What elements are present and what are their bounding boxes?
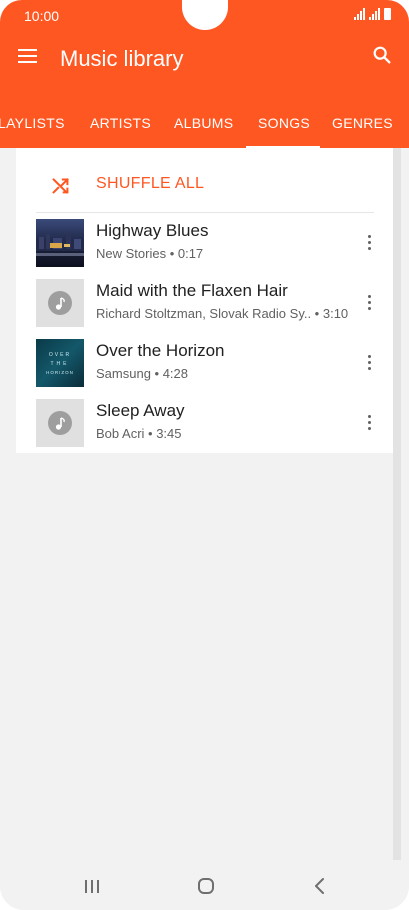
system-nav-bar (0, 862, 409, 910)
more-options-icon[interactable] (364, 233, 376, 253)
song-row-highway-blues[interactable]: Highway Blues New Stories • 0:17 (16, 215, 393, 273)
song-row-over-the-horizon[interactable]: OVER THE HORIZON Over the Horizon Samsun… (16, 335, 393, 393)
search-icon[interactable] (371, 44, 393, 66)
tab-songs[interactable]: SONGS (258, 115, 310, 131)
status-time: 10:00 (24, 8, 60, 24)
song-title: Sleep Away (96, 401, 185, 420)
phone-screen: 10:00 Music library LAYLISTS ARTISTS ALB… (0, 0, 409, 910)
more-options-icon[interactable] (364, 293, 376, 313)
svg-text:THE: THE (51, 361, 70, 367)
song-row-sleep-away[interactable]: Sleep Away Bob Acri • 3:45 (16, 395, 393, 453)
song-title: Over the Horizon (96, 341, 225, 360)
album-art-over-the-horizon: OVER THE HORIZON (36, 339, 84, 387)
tab-bar: LAYLISTS ARTISTS ALBUMS SONGS GENRES (0, 88, 409, 148)
song-subtitle: New Stories • 0:17 (96, 246, 204, 261)
more-options-icon[interactable] (364, 413, 376, 433)
album-art-night-city (36, 219, 84, 267)
song-subtitle: Richard Stoltzman, Slovak Radio Sy.. • 3… (96, 306, 349, 321)
page-title: Music library (60, 46, 184, 71)
song-subtitle: Samsung • 4:28 (96, 366, 188, 381)
tab-albums[interactable]: ALBUMS (174, 115, 233, 131)
music-note-icon (36, 399, 84, 447)
music-note-icon (36, 279, 84, 327)
back-icon[interactable] (305, 872, 335, 900)
signal-icon-2 (369, 8, 380, 20)
more-options-icon[interactable] (364, 353, 376, 373)
scrollbar[interactable] (393, 148, 401, 860)
tab-genres[interactable]: GENRES (332, 115, 393, 131)
shuffle-all-button[interactable]: SHUFFLE ALL (16, 170, 316, 200)
divider (36, 212, 374, 213)
battery-icon (384, 8, 391, 20)
tab-playlists[interactable]: LAYLISTS (0, 115, 65, 131)
status-bar: 10:00 (0, 0, 409, 30)
svg-text:OVER: OVER (49, 352, 71, 358)
app-bar: Music library (0, 30, 409, 88)
signal-icon (354, 8, 365, 20)
song-title: Highway Blues (96, 221, 209, 240)
song-subtitle: Bob Acri • 3:45 (96, 426, 182, 441)
song-row-maid-with-the-flaxen-hair[interactable]: Maid with the Flaxen Hair Richard Stoltz… (16, 275, 393, 333)
home-icon[interactable] (191, 872, 221, 900)
status-icons (354, 8, 391, 20)
camera-notch (182, 0, 228, 30)
menu-icon[interactable] (18, 49, 38, 65)
recents-icon[interactable] (77, 872, 107, 900)
shuffle-all-label: SHUFFLE ALL (96, 175, 205, 192)
tab-artists[interactable]: ARTISTS (90, 115, 151, 131)
song-title: Maid with the Flaxen Hair (96, 281, 288, 300)
svg-text:HORIZON: HORIZON (46, 370, 74, 375)
shuffle-icon (52, 178, 69, 194)
